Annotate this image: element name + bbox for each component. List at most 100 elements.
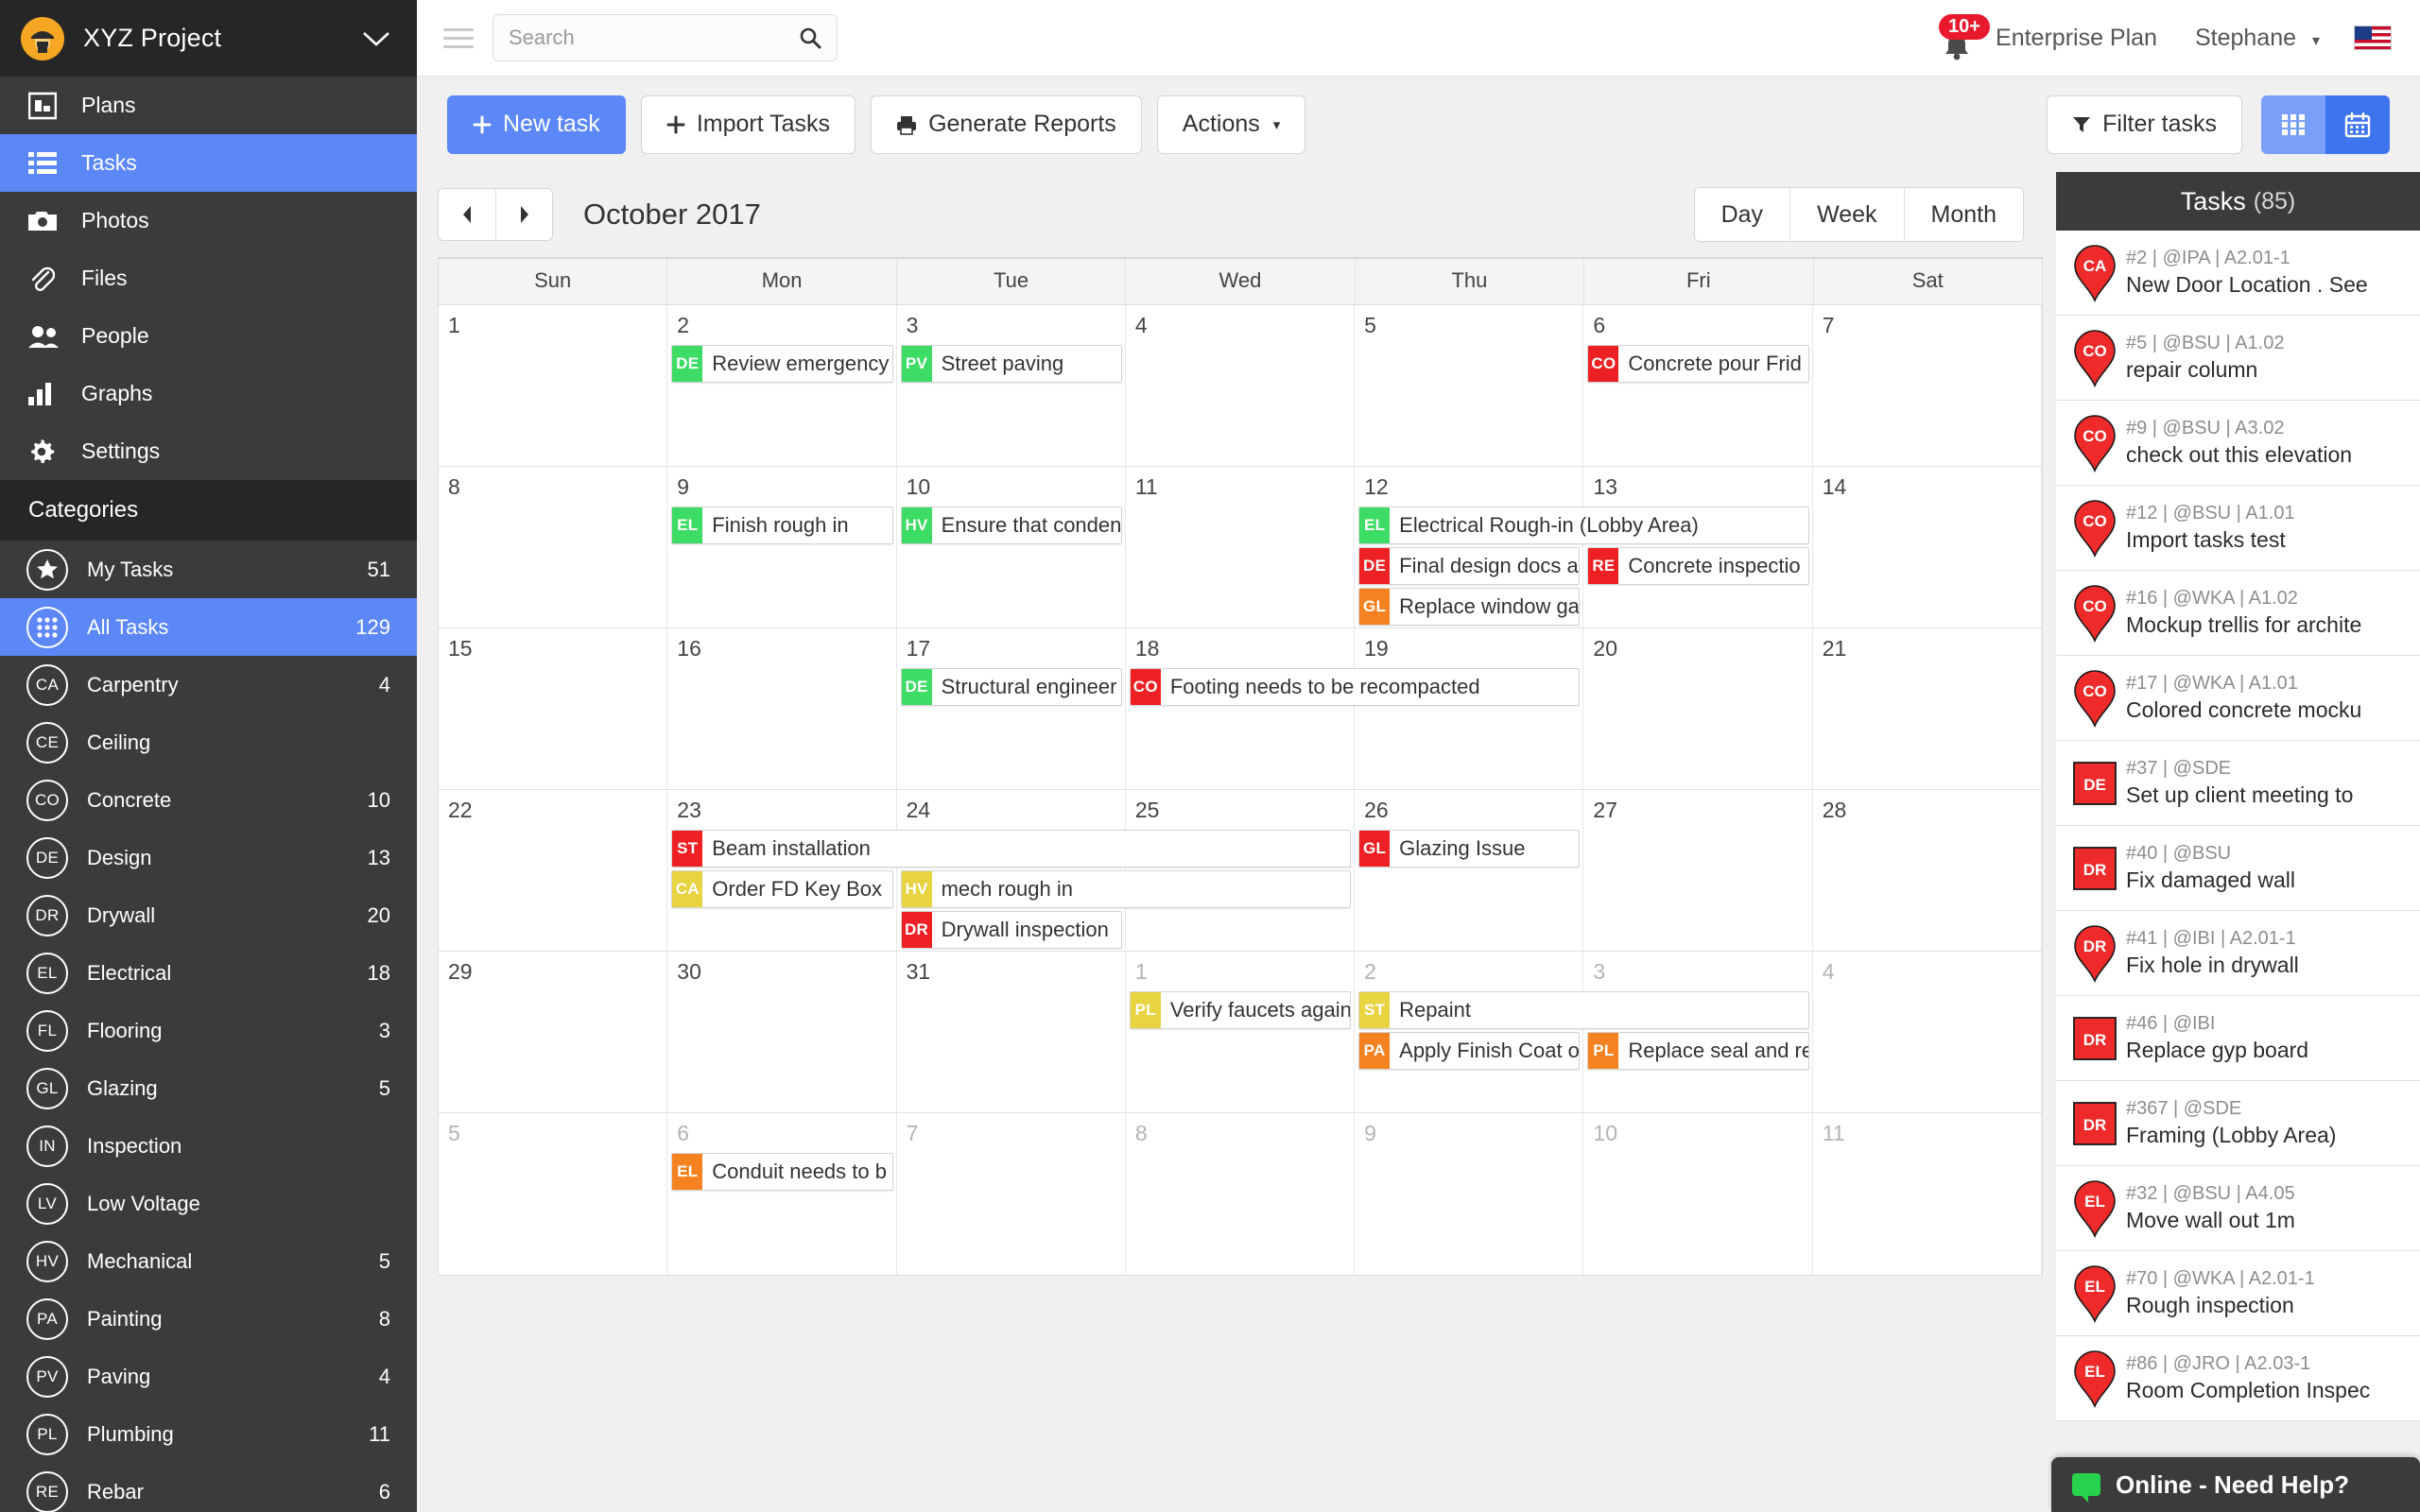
period-month[interactable]: Month xyxy=(1904,188,2023,241)
sidebar-item-settings[interactable]: Settings xyxy=(0,422,417,480)
day-number: 2 xyxy=(1355,952,1582,985)
sidebar-item-plans[interactable]: Plans xyxy=(0,77,417,134)
grid-view-button[interactable] xyxy=(2261,95,2325,154)
category-count: 4 xyxy=(372,673,390,697)
calendar-event[interactable]: ELConduit needs to b xyxy=(671,1153,892,1191)
calendar-event[interactable]: PLVerify faucets again xyxy=(1130,991,1351,1029)
period-day[interactable]: Day xyxy=(1695,188,1789,241)
map-pin-icon: CO xyxy=(2071,414,2118,472)
calendar-event[interactable]: HVEnsure that conden xyxy=(901,507,1122,544)
new-task-button[interactable]: New task xyxy=(447,95,626,154)
task-list-item[interactable]: EL#32 | @BSU | A4.05Move wall out 1m xyxy=(2056,1166,2420,1251)
calendar-event[interactable]: ELElectrical Rough-in (Lobby Area) xyxy=(1358,507,1809,544)
calendar-event[interactable]: REConcrete inspectio xyxy=(1587,547,1808,585)
grid-view-icon xyxy=(2280,112,2307,138)
category-badge-icon: HV xyxy=(26,1241,68,1282)
us-flag-icon[interactable] xyxy=(2354,26,2392,50)
task-list-item[interactable]: CO#16 | @WKA | A1.02Mockup trellis for a… xyxy=(2056,571,2420,656)
task-marker: DR xyxy=(2069,1100,2120,1147)
sidebar-item-people[interactable]: People xyxy=(0,307,417,365)
category-item-electrical[interactable]: ELElectrical18 xyxy=(0,944,417,1002)
project-switcher[interactable]: XYZ Project xyxy=(0,0,417,77)
task-list-item[interactable]: EL#86 | @JRO | A2.03-1Room Completion In… xyxy=(2056,1336,2420,1421)
sidebar-item-graphs[interactable]: Graphs xyxy=(0,365,417,422)
category-item-carpentry[interactable]: CACarpentry4 xyxy=(0,656,417,713)
calendar-event[interactable]: PAApply Finish Coat o xyxy=(1358,1032,1580,1070)
calendar-event[interactable]: HVmech rough in xyxy=(901,870,1352,908)
search-input[interactable] xyxy=(509,26,799,50)
category-label: Glazing xyxy=(87,1076,372,1101)
search-box[interactable] xyxy=(493,14,838,61)
menu-icon[interactable] xyxy=(438,28,479,48)
calendar-event[interactable]: DRDrywall inspection xyxy=(901,911,1122,949)
next-month-button[interactable] xyxy=(495,189,552,240)
task-meta: #367 | @SDE xyxy=(2126,1096,2409,1121)
calendar-event[interactable]: PLReplace seal and re xyxy=(1587,1032,1808,1070)
notifications-button[interactable]: 10+ xyxy=(1931,12,1982,63)
task-list-item[interactable]: CA#2 | @IPA | A2.01-1New Door Location .… xyxy=(2056,231,2420,316)
event-layer: DEStructural engineerCOFooting needs to … xyxy=(439,668,2042,789)
calendar-title: October 2017 xyxy=(583,198,761,232)
search-icon[interactable] xyxy=(799,26,821,49)
actions-button[interactable]: Actions ▾ xyxy=(1157,95,1306,154)
calendar-event[interactable]: STRepaint xyxy=(1358,991,1809,1029)
category-item-painting[interactable]: PAPainting8 xyxy=(0,1290,417,1348)
category-item-inspection[interactable]: INInspection xyxy=(0,1117,417,1175)
task-marker: CO xyxy=(2069,499,2120,558)
task-list-item[interactable]: DR#41 | @IBI | A2.01-1Fix hole in drywal… xyxy=(2056,911,2420,996)
category-item-ceiling[interactable]: CECeiling xyxy=(0,713,417,771)
category-item-my-tasks[interactable]: My Tasks51 xyxy=(0,541,417,598)
calendar-event[interactable]: ELFinish rough in xyxy=(671,507,892,544)
task-list-item[interactable]: DR#40 | @BSUFix damaged wall xyxy=(2056,826,2420,911)
category-item-mechanical[interactable]: HVMechanical5 xyxy=(0,1232,417,1290)
task-list-item[interactable]: CO#12 | @BSU | A1.01Import tasks test xyxy=(2056,486,2420,571)
category-item-plumbing[interactable]: PLPlumbing11 xyxy=(0,1405,417,1463)
prev-month-button[interactable] xyxy=(439,189,495,240)
task-list-item[interactable]: DR#367 | @SDEFraming (Lobby Area) xyxy=(2056,1081,2420,1166)
category-item-all-tasks[interactable]: All Tasks129 xyxy=(0,598,417,656)
calendar-event[interactable]: GLReplace window ga xyxy=(1358,588,1580,626)
task-meta: #40 | @BSU xyxy=(2126,841,2409,866)
calendar-event[interactable]: COConcrete pour Frid xyxy=(1587,345,1808,383)
event-category-tag: GL xyxy=(1359,589,1390,625)
calendar-event[interactable]: CAOrder FD Key Box xyxy=(671,870,892,908)
category-item-design[interactable]: DEDesign13 xyxy=(0,829,417,886)
category-item-rebar[interactable]: RERebar6 xyxy=(0,1463,417,1512)
sidebar-item-tasks[interactable]: Tasks xyxy=(0,134,417,192)
calendar-event[interactable]: DEFinal design docs a xyxy=(1358,547,1580,585)
task-marker: CO xyxy=(2069,584,2120,643)
calendar-event[interactable]: STBeam installation xyxy=(671,830,1351,868)
task-list-item[interactable]: DR#46 | @IBIReplace gyp board xyxy=(2056,996,2420,1081)
calendar-event[interactable]: DEReview emergency xyxy=(671,345,892,383)
category-item-flooring[interactable]: FLFlooring3 xyxy=(0,1002,417,1059)
user-menu[interactable]: Stephane ▾ xyxy=(2195,25,2320,52)
period-week[interactable]: Week xyxy=(1789,188,1903,241)
app-root: XYZ Project Plans Tas xyxy=(0,0,2420,1512)
day-number: 10 xyxy=(1583,1113,1811,1146)
calendar-event[interactable]: DEStructural engineer xyxy=(901,668,1122,706)
task-list-item[interactable]: DE#37 | @SDESet up client meeting to xyxy=(2056,741,2420,826)
calendar-week: 891011121314ELFinish rough inHVEnsure th… xyxy=(439,467,2042,628)
task-meta: #46 | @IBI xyxy=(2126,1011,2409,1036)
calendar-event[interactable]: COFooting needs to be recompacted xyxy=(1130,668,1581,706)
task-list-item[interactable]: CO#5 | @BSU | A1.02repair column xyxy=(2056,316,2420,401)
calendar-view-button[interactable] xyxy=(2325,95,2390,154)
calendar-event[interactable]: PVStreet paving xyxy=(901,345,1122,383)
generate-reports-button[interactable]: Generate Reports xyxy=(871,95,1142,154)
category-item-glazing[interactable]: GLGlazing5 xyxy=(0,1059,417,1117)
import-tasks-button[interactable]: Import Tasks xyxy=(641,95,856,154)
sidebar-item-photos[interactable]: Photos xyxy=(0,192,417,249)
calendar-event[interactable]: GLGlazing Issue xyxy=(1358,830,1580,868)
category-item-concrete[interactable]: COConcrete10 xyxy=(0,771,417,829)
chevron-down-icon[interactable] xyxy=(362,25,396,53)
sidebar-item-files[interactable]: Files xyxy=(0,249,417,307)
event-category-tag: EL xyxy=(672,507,702,543)
category-item-paving[interactable]: PVPaving4 xyxy=(0,1348,417,1405)
chat-widget[interactable]: Online - Need Help? xyxy=(2051,1457,2420,1512)
filter-tasks-button[interactable]: Filter tasks xyxy=(2047,95,2242,154)
task-list-item[interactable]: CO#17 | @WKA | A1.01Colored concrete moc… xyxy=(2056,656,2420,741)
task-list-item[interactable]: CO#9 | @BSU | A3.02check out this elevat… xyxy=(2056,401,2420,486)
category-item-low-voltage[interactable]: LVLow Voltage xyxy=(0,1175,417,1232)
task-list-item[interactable]: EL#70 | @WKA | A2.01-1Rough inspection xyxy=(2056,1251,2420,1336)
category-item-drywall[interactable]: DRDrywall20 xyxy=(0,886,417,944)
